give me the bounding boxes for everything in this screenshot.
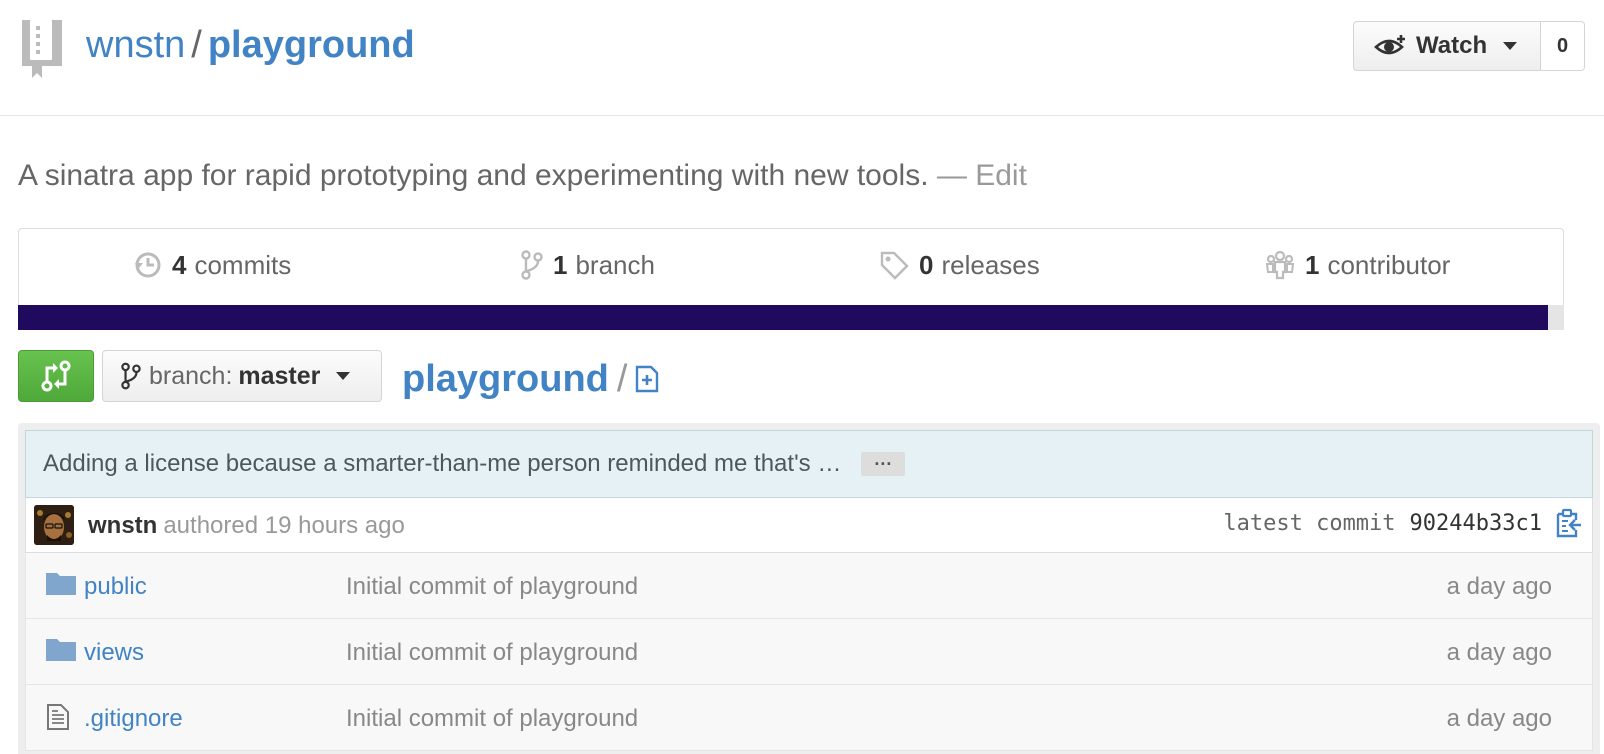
file-row[interactable]: public Initial commit of playground a da… [25, 553, 1593, 619]
repo-title-separator: / [191, 24, 202, 66]
breadcrumb-separator: / [616, 358, 628, 400]
caret-down-icon [1503, 42, 1518, 50]
repo-header: wnstn / playground Watch 0 [0, 0, 1604, 116]
branch-select-button[interactable]: branch: master [102, 350, 382, 402]
folder-icon [46, 573, 76, 595]
commit-authored-time: authored 19 hours ago [163, 512, 405, 539]
repo-title: wnstn / playground [86, 22, 415, 68]
branch-name: master [238, 361, 321, 390]
file-commit-message[interactable]: Initial commit of playground [346, 705, 638, 733]
file-name-link[interactable]: views [84, 639, 144, 667]
contributors-label: contributor [1327, 249, 1451, 280]
compare-review-button[interactable] [18, 350, 94, 402]
commits-label: commits [194, 249, 292, 280]
language-bar[interactable] [18, 305, 1548, 330]
summary-branches[interactable]: 1 branch [521, 247, 655, 283]
tag-icon [880, 251, 909, 280]
commit-author-line: wnstn authored 19 hours ago [88, 512, 405, 540]
repo-owner-link[interactable]: wnstn [86, 24, 185, 66]
git-branch-icon [521, 250, 543, 280]
watch-group: Watch 0 [1353, 21, 1585, 71]
commit-message[interactable]: Adding a license because a smarter-than-… [43, 450, 841, 478]
commit-tease: Adding a license because a smarter-than-… [25, 430, 1593, 498]
branches-count: 1 [553, 249, 568, 280]
file-commit-message[interactable]: Initial commit of playground [346, 639, 638, 667]
folder-icon [46, 639, 76, 661]
caret-down-icon [336, 372, 351, 380]
branch-prefix: branch: [149, 361, 233, 390]
releases-label: releases [941, 249, 1040, 280]
releases-count: 0 [919, 249, 934, 280]
repo-name-link[interactable]: playground [208, 24, 415, 66]
summary-commits[interactable]: 4 commits [134, 247, 291, 283]
git-branch-icon [121, 362, 141, 390]
clipboard-icon[interactable] [1554, 508, 1582, 538]
breadcrumb-root-link[interactable]: playground [402, 356, 609, 402]
history-icon [135, 252, 161, 278]
file-age: a day ago [1446, 573, 1552, 600]
commits-count: 4 [172, 249, 187, 280]
file-row[interactable]: .gitignore Initial commit of playground … [25, 685, 1593, 751]
summary-contributors[interactable]: 1 contributor [1265, 247, 1450, 283]
avatar-image [34, 505, 74, 545]
branches-label: branch [575, 249, 655, 280]
watch-label: Watch [1416, 32, 1488, 59]
eye-icon [1374, 35, 1405, 55]
repo-description: A sinatra app for rapid prototyping and … [18, 158, 1027, 194]
compare-icon [41, 360, 71, 392]
breadcrumb: playground / [402, 356, 659, 402]
latest-commit: latest commit 90244b33c1 [1223, 508, 1582, 538]
language-bar-end [1548, 305, 1564, 330]
file-age: a day ago [1446, 705, 1552, 732]
file-name-link[interactable]: public [84, 573, 147, 601]
file-name-link[interactable]: .gitignore [84, 705, 183, 733]
description-text: A sinatra app for rapid prototyping and … [18, 159, 929, 192]
watch-button[interactable]: Watch [1353, 21, 1541, 71]
file-commit-message[interactable]: Initial commit of playground [346, 573, 638, 601]
latest-commit-label: latest commit [1223, 510, 1396, 536]
watch-count[interactable]: 0 [1541, 21, 1585, 71]
organization-icon [1265, 250, 1295, 280]
commit-meta: wnstn authored 19 hours ago latest commit… [25, 498, 1593, 553]
commit-sha-link[interactable]: 90244b33c1 [1410, 511, 1542, 536]
file-row[interactable]: views Initial commit of playground a day… [25, 619, 1593, 685]
expand-commit-button[interactable]: ··· [861, 452, 906, 476]
file-age: a day ago [1446, 639, 1552, 666]
file-text-icon [47, 704, 69, 730]
new-file-icon[interactable] [635, 365, 659, 393]
contributors-count: 1 [1305, 249, 1320, 280]
summary-releases[interactable]: 0 releases [879, 247, 1040, 283]
commit-author-link[interactable]: wnstn [88, 512, 157, 539]
edit-description-link[interactable]: — Edit [937, 159, 1027, 192]
avatar[interactable] [34, 505, 74, 545]
repo-icon [22, 20, 62, 78]
